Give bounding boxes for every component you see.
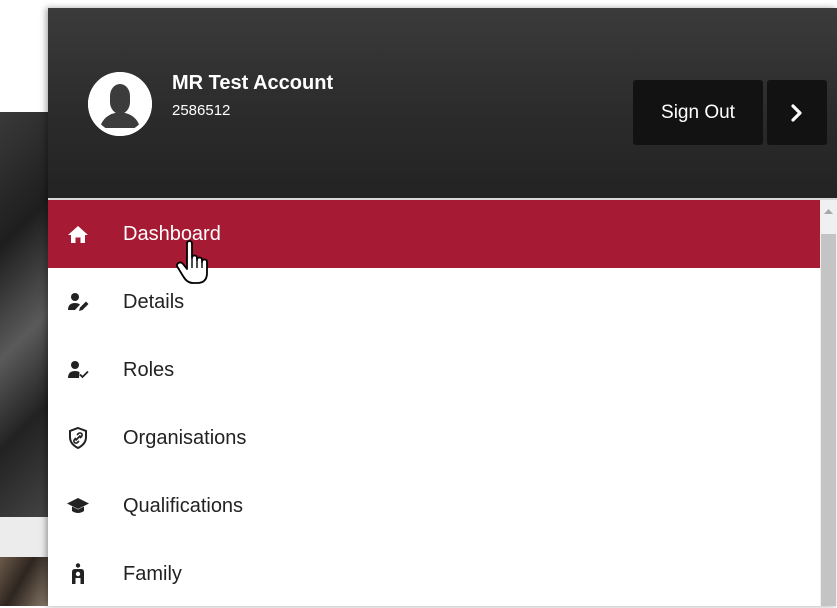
- hand-pointer-cursor-icon: [176, 240, 208, 284]
- nav-item-dashboard[interactable]: Dashboard: [48, 200, 820, 268]
- nav-item-details[interactable]: Details: [48, 268, 820, 336]
- user-edit-icon: [68, 293, 89, 311]
- nav-item-qualifications[interactable]: Qualifications: [48, 472, 820, 540]
- user-silhouette-icon: [88, 72, 152, 136]
- nav-item-organisations[interactable]: Organisations: [48, 404, 820, 472]
- shield-link-icon: [69, 426, 87, 450]
- scroll-thumb[interactable]: [821, 234, 836, 606]
- scroll-up-arrow-icon: [824, 209, 833, 214]
- nav-scrollbar[interactable]: [820, 200, 837, 606]
- next-button[interactable]: [767, 80, 827, 145]
- nav-item-roles[interactable]: Roles: [48, 336, 820, 404]
- nav-label-organisations: Organisations: [123, 427, 247, 449]
- scroll-up-button[interactable]: [820, 200, 837, 234]
- family-icon: [72, 563, 84, 584]
- background-image: [0, 112, 48, 517]
- sign-out-button[interactable]: Sign Out: [633, 80, 763, 145]
- nav-label-qualifications: Qualifications: [123, 495, 244, 517]
- nav-label-roles: Roles: [123, 359, 175, 381]
- account-nav: Dashboard Details Roles Organisations Qu…: [48, 200, 820, 608]
- account-side-panel: MR Test Account 2586512 Sign Out Dashboa…: [48, 8, 837, 606]
- nav-item-family[interactable]: Family: [48, 540, 820, 608]
- account-name: MR Test Account: [172, 72, 334, 94]
- nav-label-details: Details: [123, 291, 185, 313]
- user-check-icon: [68, 361, 89, 379]
- graduation-cap-icon: [67, 498, 89, 513]
- home-icon: [68, 226, 88, 243]
- nav-label-family: Family: [123, 563, 182, 585]
- chevron-right-icon: [791, 103, 802, 122]
- account-header: MR Test Account 2586512 Sign Out: [48, 8, 837, 198]
- background-strip: [0, 517, 48, 557]
- avatar: [88, 72, 152, 136]
- background-image-lower: [0, 557, 48, 606]
- account-id: 2586512: [172, 102, 231, 119]
- background-header: [0, 0, 48, 112]
